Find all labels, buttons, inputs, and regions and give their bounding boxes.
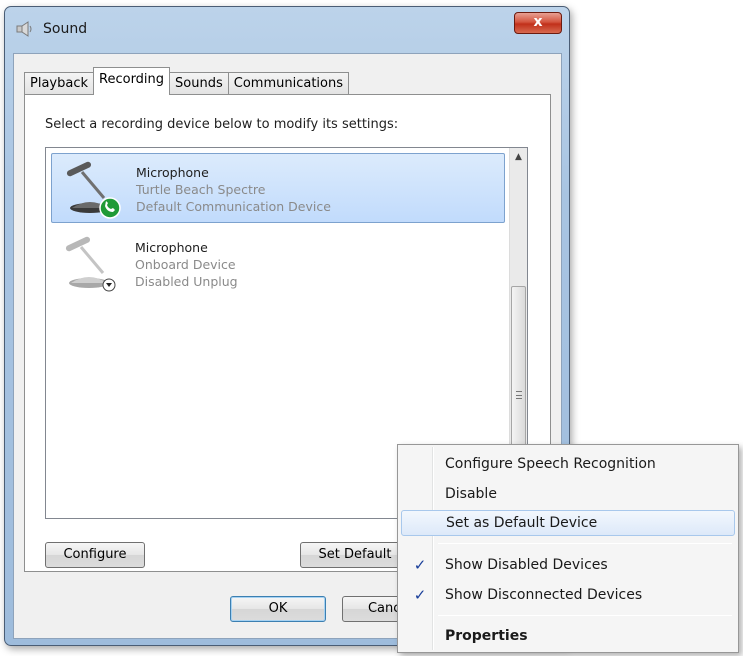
microphone-disabled-icon (65, 236, 116, 292)
device-item-turtle-beach[interactable]: Microphone Turtle Beach Spectre Default … (51, 153, 505, 223)
grip-icon (516, 391, 522, 399)
speaker-icon (16, 21, 32, 37)
device-name: Microphone (135, 240, 208, 255)
device-model: Turtle Beach Spectre (136, 182, 266, 197)
menu-item-label: Show Disconnected Devices (445, 587, 643, 603)
close-button[interactable]: x (514, 12, 562, 34)
device-location: Onboard Device (135, 257, 236, 272)
set-default-button[interactable]: Set Default (300, 542, 410, 568)
menu-item-show-disconnected[interactable]: ✓ Show Disconnected Devices (401, 582, 735, 608)
menu-item-set-default[interactable]: Set as Default Device (401, 510, 735, 536)
menu-item-configure-speech[interactable]: Configure Speech Recognition (401, 451, 735, 477)
device-name: Microphone (136, 165, 209, 180)
ok-button[interactable]: OK (230, 596, 326, 622)
tab-playback[interactable]: Playback (24, 72, 95, 95)
menu-item-label: Show Disabled Devices (445, 557, 608, 573)
menu-separator (438, 543, 732, 544)
context-menu: Configure Speech Recognition Disable Set… (397, 444, 739, 653)
tab-strip: Playback Recording Sounds Communications (24, 67, 350, 95)
title-bar[interactable]: Sound x (5, 7, 569, 49)
scroll-up-arrow-icon[interactable]: ▲ (510, 148, 527, 166)
device-status: Disabled Unplug (135, 274, 238, 289)
checkmark-icon: ✓ (413, 556, 427, 574)
checkmark-icon: ✓ (413, 586, 427, 604)
device-item-onboard[interactable]: Microphone Onboard Device Disabled Unplu… (51, 229, 505, 299)
close-icon: x (533, 14, 543, 30)
menu-separator (438, 615, 732, 616)
tab-recording[interactable]: Recording (93, 67, 171, 95)
menu-item-disable[interactable]: Disable (401, 481, 735, 507)
menu-item-show-disabled[interactable]: ✓ Show Disabled Devices (401, 552, 735, 578)
microphone-icon (66, 161, 121, 219)
configure-button[interactable]: Configure (45, 542, 145, 568)
tab-sounds[interactable]: Sounds (169, 72, 229, 95)
device-status: Default Communication Device (136, 199, 331, 214)
instruction-text: Select a recording device below to modif… (45, 117, 399, 132)
window-title: Sound (43, 21, 88, 37)
menu-item-properties[interactable]: Properties (401, 623, 735, 649)
tab-communications[interactable]: Communications (227, 72, 350, 95)
